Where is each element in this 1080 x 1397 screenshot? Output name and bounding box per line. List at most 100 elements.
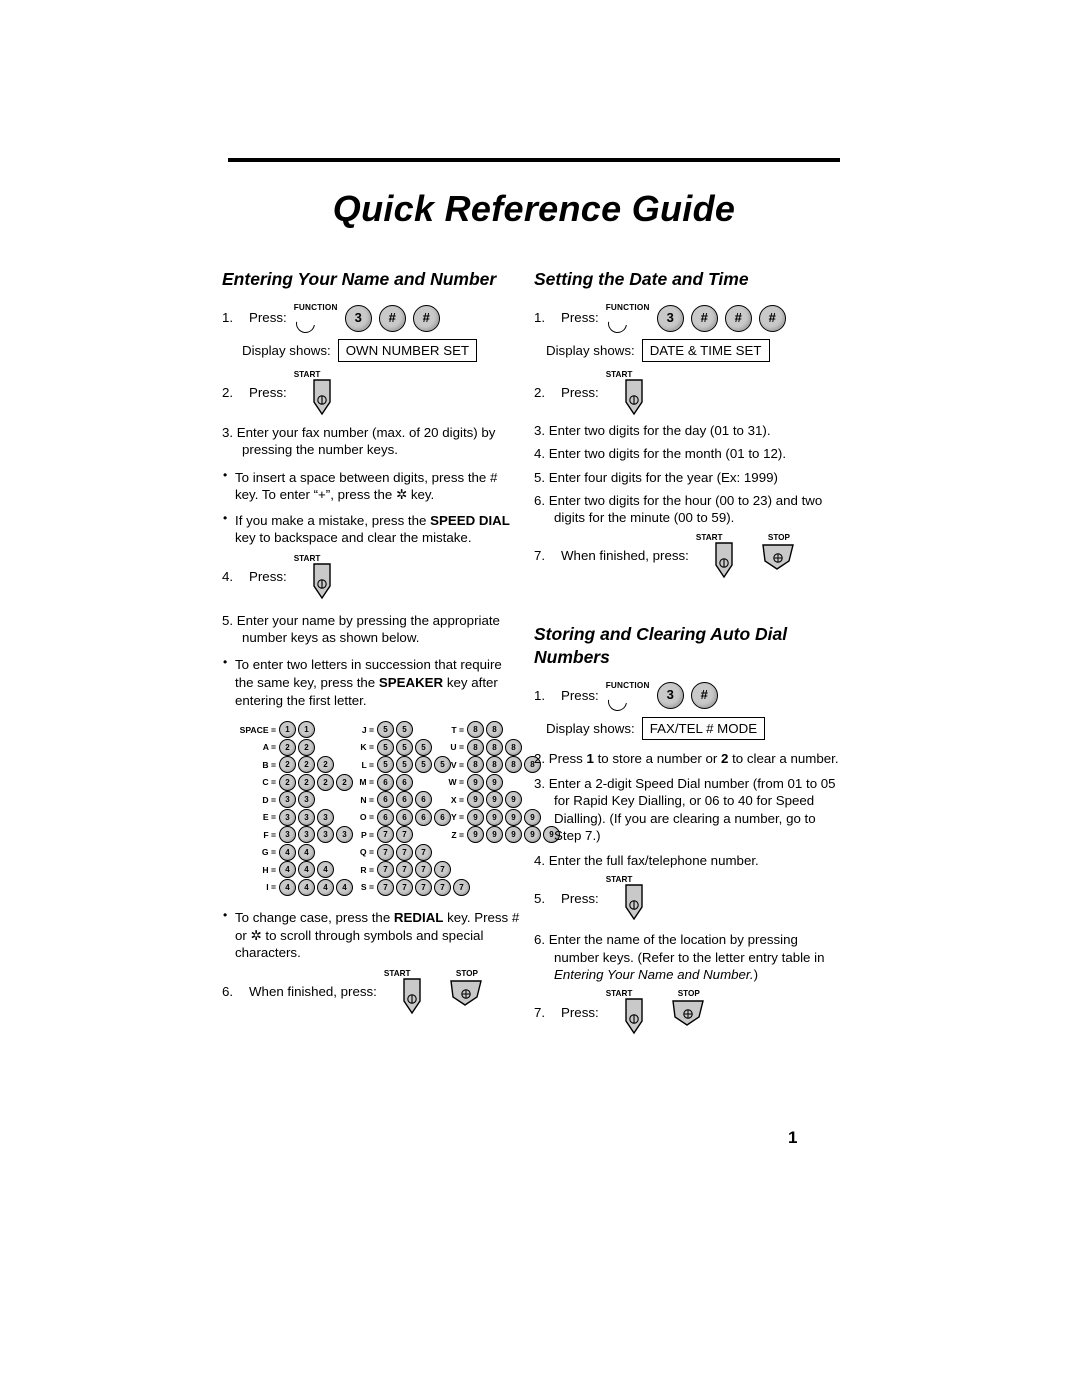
- digit-key: 8: [467, 738, 484, 756]
- stop-key-shape: [450, 979, 482, 1006]
- digit-key: 9: [505, 791, 522, 809]
- letter-column-1: SPACE = 1 1 A = 2 2 B = 2 2 2 C = 2 2 2 2 D = 3 3 E =…: [232, 721, 355, 896]
- step-number: 6.: [222, 984, 234, 1000]
- bullet-bold-speeddial: SPEED DIAL: [430, 512, 510, 528]
- step-number: 5.: [222, 612, 234, 628]
- letter-key: T =: [451, 724, 464, 735]
- digit-key: 7: [377, 878, 394, 896]
- step-row: 7. When finished, press: START STOP: [534, 533, 840, 579]
- key-hash-1[interactable]: #: [690, 304, 718, 332]
- section-heading-date-time: Setting the Date and Time: [534, 269, 749, 289]
- digit-key: 2: [298, 773, 315, 791]
- digit-key: 4: [279, 878, 296, 896]
- step-text: Enter your name by pressing the appropri…: [236, 612, 500, 646]
- display-row-date-time: Display shows: DATE & TIME SET: [546, 339, 840, 363]
- letter-key: Z =: [451, 829, 464, 840]
- stop-key-icon[interactable]: STOP: [665, 989, 715, 1035]
- step-number: 6.: [534, 492, 546, 508]
- digit-key: 8: [467, 756, 484, 774]
- stop-key-icon[interactable]: STOP: [443, 969, 493, 1015]
- step-row: 1. Press: FUNCTION 3 #: [534, 681, 840, 715]
- start-key-icon[interactable]: START: [606, 989, 658, 1035]
- digit-key: 6: [377, 791, 394, 809]
- step-text: Enter two digits for the month (01 to 12…: [548, 446, 787, 462]
- bullet-text-b: key to backspace and clear the mistake.: [235, 530, 472, 546]
- start-key-icon[interactable]: START: [294, 554, 346, 600]
- letter-key: Q =: [359, 847, 374, 858]
- digit-key: 6: [377, 808, 394, 826]
- digit-key: 7: [377, 826, 394, 844]
- key-3[interactable]: 3: [344, 304, 372, 332]
- digit-key: 7: [434, 861, 451, 879]
- digit-key: 6: [396, 791, 413, 809]
- start-key-shape: [624, 379, 643, 416]
- key-hash-3[interactable]: #: [758, 304, 786, 332]
- letter-key: P =: [361, 829, 374, 840]
- digit-key: 2: [279, 738, 296, 756]
- step-number: 2.: [222, 385, 234, 401]
- bullet-item: To insert a space between digits, press …: [222, 468, 522, 504]
- key-hash-2[interactable]: #: [724, 304, 752, 332]
- digit-key: 5: [377, 756, 394, 774]
- bullet-text-a: If you make a mistake, press the: [235, 512, 431, 528]
- step-label: When finished, press:: [249, 984, 377, 1000]
- function-key-icon[interactable]: FUNCTION: [603, 303, 650, 337]
- function-key-icon[interactable]: FUNCTION: [291, 303, 338, 337]
- letter-key: O =: [359, 812, 374, 823]
- start-key-icon[interactable]: START: [696, 533, 748, 579]
- letter-key: E =: [262, 812, 276, 823]
- step-row: 5. Enter your name by pressing the appro…: [222, 612, 522, 647]
- function-key-icon[interactable]: FUNCTION: [603, 681, 650, 715]
- letter-key: B =: [262, 759, 276, 770]
- letter-row: D = 3 3: [232, 791, 355, 809]
- display-row-own-number: Display shows: OWN NUMBER SET: [242, 339, 522, 363]
- digit-key: 7: [415, 878, 432, 896]
- step-number: 1.: [222, 310, 234, 326]
- step-number: 2.: [534, 750, 546, 766]
- step-text-a: Press: [548, 750, 587, 766]
- start-key-icon[interactable]: START: [606, 875, 658, 921]
- letter-key: L =: [361, 759, 374, 770]
- digit-key: 9: [467, 773, 484, 791]
- bullet-item: To change case, press the REDIAL key. Pr…: [222, 908, 522, 962]
- digit-key: 7: [415, 843, 432, 861]
- digit-key: 9: [486, 773, 503, 791]
- stop-key-icon[interactable]: STOP: [755, 533, 805, 579]
- step-label: Press:: [561, 890, 599, 906]
- step-label: When finished, press:: [561, 547, 689, 563]
- step-number: 2.: [534, 385, 546, 401]
- key-hash-1[interactable]: #: [378, 304, 406, 332]
- step-label: Press:: [249, 569, 287, 585]
- step-row: 1. Press: FUNCTION 3 # #: [222, 303, 522, 337]
- key-hash-1[interactable]: #: [690, 682, 718, 710]
- digit-key: 4: [279, 861, 296, 879]
- step-number: 6.: [534, 932, 546, 948]
- letter-key: Y =: [451, 812, 464, 823]
- key-3[interactable]: 3: [656, 304, 684, 332]
- digit-key: 8: [486, 756, 503, 774]
- bullet-text-b: key.: [407, 487, 435, 503]
- start-key-icon[interactable]: START: [384, 969, 436, 1015]
- step-row: 5. Enter four digits for the year (Ex: 1…: [534, 469, 840, 486]
- step-text: Enter two digits for the hour (00 to 23)…: [548, 492, 823, 526]
- letter-key: U =: [450, 742, 464, 753]
- start-key-icon[interactable]: START: [294, 370, 346, 416]
- digit-key: 8: [505, 756, 522, 774]
- page-title: Quick Reference Guide: [332, 188, 736, 229]
- digit-key: 2: [279, 773, 296, 791]
- display-row-faxtel: Display shows: FAX/TEL # MODE: [546, 716, 840, 740]
- digit-key: 5: [377, 721, 394, 739]
- header-rule: [228, 158, 840, 162]
- digit-key: 6: [396, 808, 413, 826]
- digit-key: 7: [396, 843, 413, 861]
- digit-key: 7: [396, 861, 413, 879]
- digit-key: 7: [396, 826, 413, 844]
- letter-row: S = 7 7 7 7 7: [344, 878, 472, 897]
- key-hash-2[interactable]: #: [412, 304, 440, 332]
- letter-row: H = 4 4 4: [232, 861, 355, 879]
- bullet-bold-redial: REDIAL: [393, 910, 444, 926]
- key-3[interactable]: 3: [656, 682, 684, 710]
- letter-key: X =: [450, 794, 464, 805]
- start-key-icon[interactable]: START: [606, 370, 658, 416]
- step-number: 5.: [534, 469, 546, 485]
